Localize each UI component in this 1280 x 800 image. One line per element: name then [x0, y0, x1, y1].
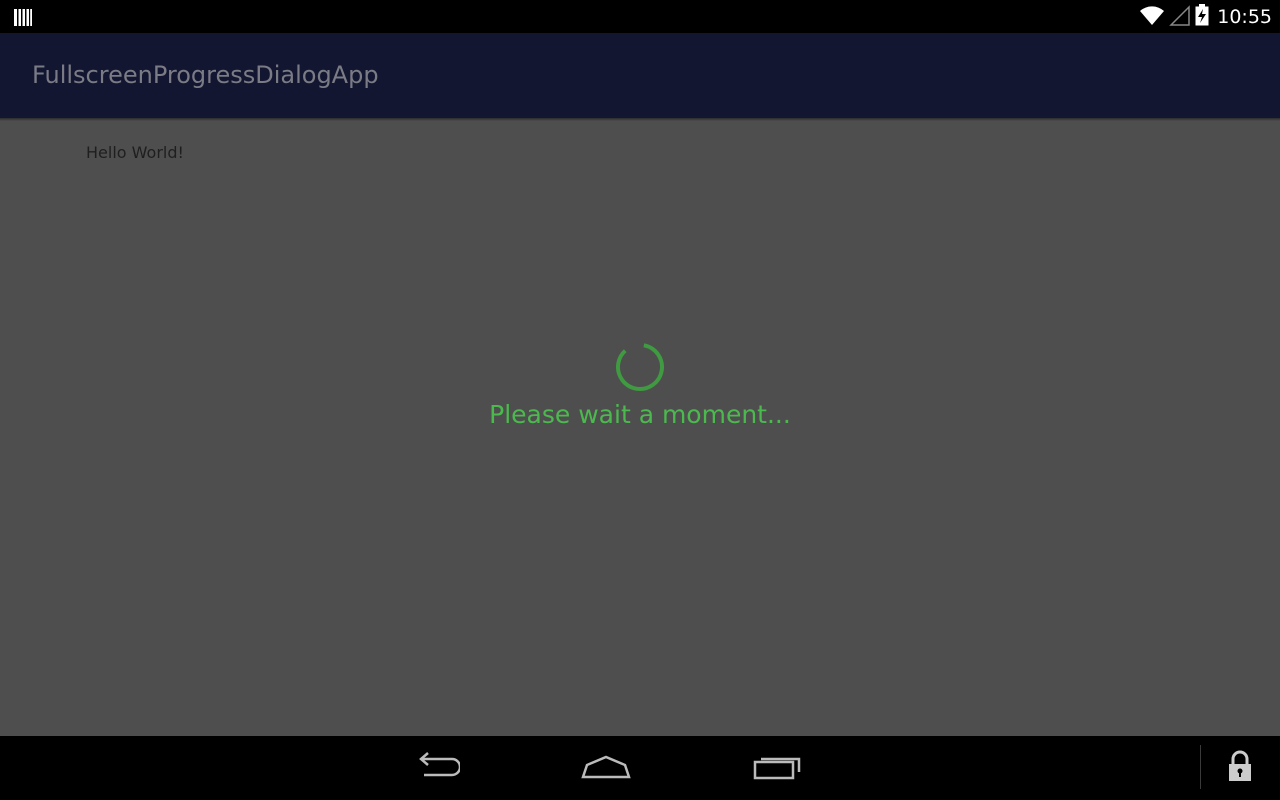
app-bar-shadow — [0, 118, 1280, 121]
battery-charging-icon — [1195, 3, 1209, 30]
lock-button[interactable] — [1210, 748, 1270, 788]
recents-button[interactable] — [747, 748, 807, 788]
nav-divider — [1200, 745, 1201, 789]
lock-icon — [1227, 749, 1253, 787]
app-bar: FullscreenProgressDialogApp — [0, 33, 1280, 118]
recents-icon — [752, 751, 802, 785]
status-time: 10:55 — [1217, 5, 1272, 28]
app-title: FullscreenProgressDialogApp — [32, 61, 379, 89]
navigation-bar — [0, 736, 1280, 800]
cellular-signal-icon — [1169, 4, 1191, 30]
back-icon — [412, 751, 462, 785]
wifi-icon — [1139, 4, 1165, 30]
hello-text: Hello World! — [86, 143, 184, 162]
status-icons: 10:55 — [1139, 0, 1272, 33]
content-area: Hello World! Please wait a moment... — [0, 118, 1280, 736]
back-button[interactable] — [406, 748, 466, 788]
home-icon — [580, 751, 632, 785]
barcode-icon — [14, 8, 32, 26]
progress-spinner-icon — [613, 340, 667, 394]
home-button[interactable] — [576, 748, 636, 788]
status-bar: 10:55 — [0, 0, 1280, 33]
progress-message: Please wait a moment... — [489, 400, 791, 429]
